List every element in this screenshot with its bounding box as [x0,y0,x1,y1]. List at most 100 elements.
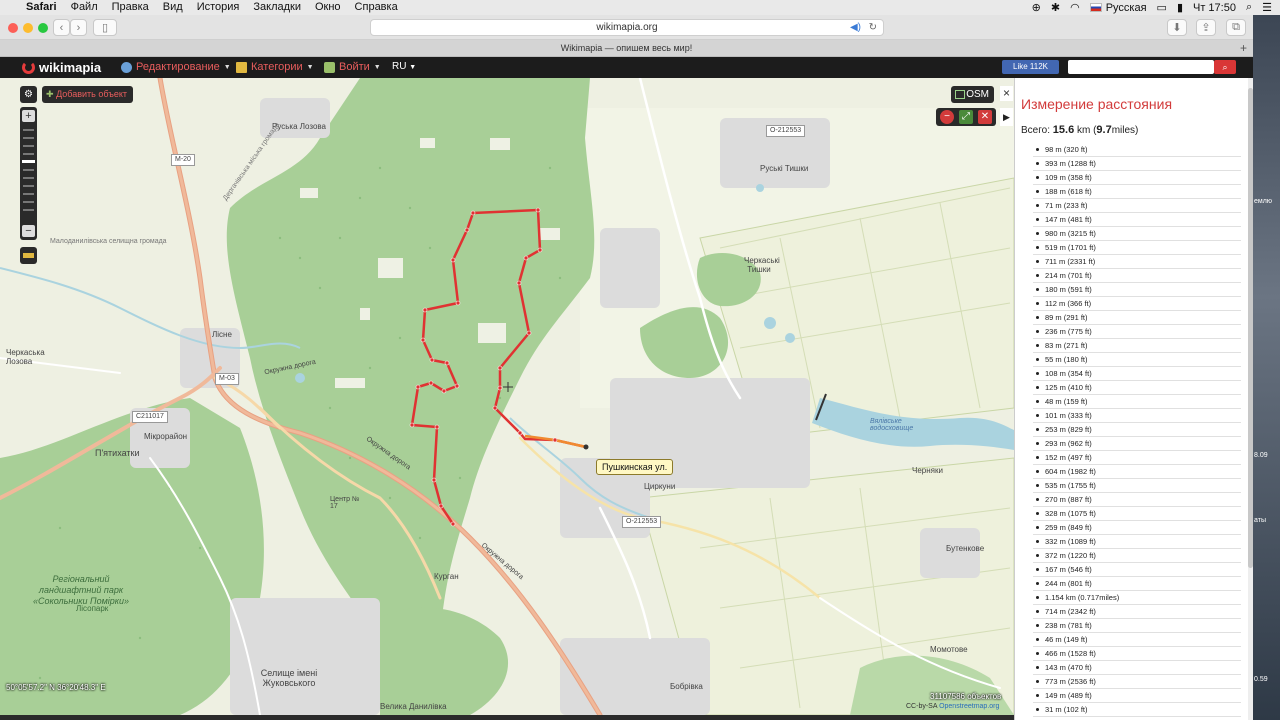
close-panel-button[interactable]: × [1000,86,1013,101]
map-label-kurhan[interactable]: Курган [434,572,459,581]
map-road-m03[interactable]: М-03 [215,373,239,385]
segment-item: 253 m (829 ft) [1033,423,1241,437]
wikimapia-logo-icon [22,61,35,74]
map-label-reservoir[interactable]: Вялівське водосховище [870,418,913,432]
map-canvas[interactable]: Руська Лозова М-20 О-212553 Руські Тишки… [0,78,1014,715]
downloads-button[interactable]: ⬇ [1167,19,1187,36]
zoom-in-button[interactable]: + [22,110,35,122]
zoom-out-button[interactable]: − [22,225,35,237]
menu-help[interactable]: Справка [355,0,398,15]
desktop-text-1: емлю [1254,198,1273,205]
map-road-m20[interactable]: М-20 [171,154,195,166]
segment-item: 293 m (962 ft) [1033,437,1241,451]
vpn-icon[interactable]: ⊕ [1032,1,1041,14]
map-label-lisopark[interactable]: Лісопарк [76,604,108,613]
input-language[interactable]: Русская [1089,2,1147,14]
menu-file[interactable]: Файл [71,0,98,15]
back-button[interactable]: ‹ [53,19,70,36]
map-label-momotove[interactable]: Момотове [930,645,968,654]
map-road-o212553-mid[interactable]: О-212553 [622,516,662,528]
address-bar[interactable]: wikimapia.org ◀) ↻ [370,19,884,36]
minus-circle-icon: − [944,111,950,122]
segment-item: 125 m (410 ft) [1033,381,1241,395]
segment-item: 214 m (701 ft) [1033,269,1241,283]
new-tab-icon[interactable]: + [1240,40,1247,57]
map-label-zhukovskoho[interactable]: Селище імені Жуковського [254,668,324,688]
segment-item: 238 m (781 ft) [1033,619,1241,633]
share-icon: ⇪ [1201,22,1211,34]
close-window-button[interactable] [8,23,18,33]
zoom-tick [23,209,34,211]
minimize-window-button[interactable] [23,23,33,33]
map-label-velyka-danylivka[interactable]: Велика Данилівка [380,702,447,711]
search-button[interactable]: ⌕ [1214,60,1236,74]
zoom-slider[interactable]: + − [20,107,37,240]
facebook-like-button[interactable]: Like 112K [1002,60,1059,74]
collapse-panel-button[interactable]: ▶ [1000,108,1013,126]
add-object-button[interactable]: ✚ Добавить объект [42,86,133,103]
tab-bar: Wikimapia — опишем весь мир! + [0,40,1253,57]
menu-categories[interactable]: Категории ▼ [236,61,314,73]
segment-item: 372 m (1220 ft) [1033,549,1241,563]
menu-login[interactable]: Войти ▼ [324,61,381,73]
spotlight-icon[interactable]: ⌕ [1246,1,1252,14]
forward-button[interactable]: › [70,19,87,36]
map-label-park[interactable]: Регіональний ландшафтний парк «Сокольник… [22,574,140,607]
map-road-o212553-top[interactable]: О-212553 [766,125,806,137]
zoom-handle[interactable] [22,160,35,163]
segment-item: 71 m (233 ft) [1033,199,1241,213]
menu-window[interactable]: Окно [315,0,341,15]
map-label-butenkove[interactable]: Бутенкове [946,544,984,553]
openstreetmap-link[interactable]: Openstreetmap.org [939,703,999,710]
menu-app-safari[interactable]: Safari [26,0,57,15]
menu-edit[interactable]: Правка [112,0,149,15]
segment-item: 149 m (489 ft) [1033,689,1241,703]
chevron-right-icon: › [76,21,81,34]
segment-item: 714 m (2342 ft) [1033,605,1241,619]
map-label-lisne[interactable]: Лісне [212,330,232,339]
map-label-chernyaky[interactable]: Черняки [912,466,943,475]
map-label-tsentr[interactable]: Центр № 17 [330,496,360,510]
reload-icon[interactable]: ↻ [869,20,877,36]
battery-icon[interactable]: ▮ [1177,1,1183,14]
sidebar-button[interactable]: ▯ [93,19,117,36]
display-icon[interactable]: ▭ [1157,1,1167,14]
tabs-icon: ⧉ [1232,21,1240,33]
menu-bookmarks[interactable]: Закладки [253,0,301,15]
share-button[interactable]: ⇪ [1196,19,1216,36]
map-label-mikrorayon[interactable]: Мікрорайон [144,432,187,441]
wikimapia-logo[interactable]: wikimapia [22,60,101,75]
map-road-c211017[interactable]: С211017 [132,411,168,423]
segment-item: 89 m (291 ft) [1033,311,1241,325]
clock[interactable]: Чт 17:50 [1193,2,1236,14]
map-label-tsyrkuny[interactable]: Циркуни [644,482,675,491]
segment-item: 31 m (102 ft) [1033,703,1241,717]
map-label-bobrivka[interactable]: Бобрівка [670,682,703,691]
menu-history[interactable]: История [197,0,240,15]
street-popup[interactable]: Пушкинская ул. [596,459,674,475]
language-selector[interactable]: RU ▼ [392,61,416,72]
segment-item: 270 m (887 ft) [1033,493,1241,507]
speaker-icon[interactable]: ◀) [850,20,861,36]
clear-route-button[interactable]: ✕ [978,110,992,124]
map-label-cherkaska-lozova[interactable]: Черкаська Лозова [6,348,50,366]
tab-title[interactable]: Wikimapia — опишем весь мир! [561,43,692,53]
osm-layer-button[interactable]: OSM [951,86,994,103]
zoom-window-button[interactable] [38,23,48,33]
map-label-ruski-tyshky[interactable]: Руські Тишки [760,164,808,173]
menu-view[interactable]: Вид [163,0,183,15]
search-input[interactable] [1068,60,1214,74]
categories-icon [236,61,247,73]
map-settings-button[interactable]: ⚙ [20,86,37,103]
tabs-overview-button[interactable]: ⧉ [1226,19,1246,36]
wifi-icon[interactable]: ◠ [1070,1,1080,14]
menu-edit-mode[interactable]: Редактирование ▼ [121,61,231,73]
ruler-button[interactable] [20,247,37,264]
map-label-cherkaski-tyshky[interactable]: Черкаські Тишки [744,256,780,274]
remove-point-button[interactable]: − [940,110,954,124]
map-label-pyatykhatky[interactable]: П'ятихатки [95,448,140,458]
safari-toolbar: ‹ › ▯ wikimapia.org ◀) ↻ ⬇ ⇪ ⧉ [0,15,1280,40]
notification-center-icon[interactable]: ☰ [1262,1,1272,14]
fit-route-button[interactable]: ⤢ [959,110,973,124]
bluetooth-icon[interactable]: ✱ [1051,1,1060,14]
